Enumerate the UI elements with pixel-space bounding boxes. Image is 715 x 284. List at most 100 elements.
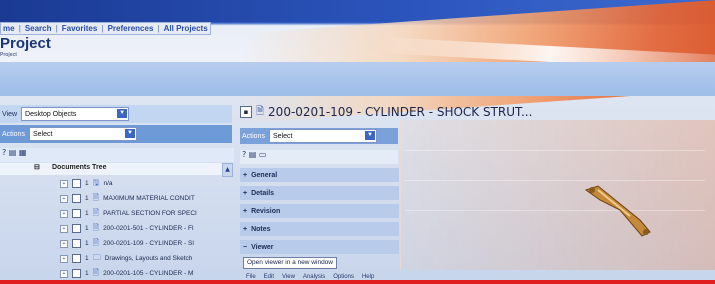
part-drawing-icon <box>584 185 651 237</box>
actions-select[interactable]: Select ▼ <box>28 127 137 141</box>
menu-separator: | <box>18 24 21 33</box>
section-label: Revision <box>251 207 281 215</box>
scroll-up-arrow-icon[interactable]: ▲ <box>222 163 233 177</box>
section-notes[interactable]: + Notes <box>240 222 399 236</box>
checkbox[interactable] <box>72 239 81 248</box>
view-row: View Desktop Objects ▼ <box>0 105 232 123</box>
app-window: me | Search | Favorites | Preferences | All … <box>0 0 715 284</box>
checkbox[interactable] <box>72 224 81 233</box>
checkbox[interactable] <box>72 179 81 188</box>
actions-label: Actions <box>2 130 25 138</box>
open-viewer-button[interactable]: Open viewer in a new window <box>243 257 337 269</box>
section-revision[interactable]: + Revision <box>240 204 399 218</box>
checkbox[interactable] <box>72 209 81 218</box>
view-select[interactable]: Desktop Objects ▼ <box>21 107 130 121</box>
checkbox[interactable] <box>72 269 81 278</box>
menu-separator: | <box>101 24 104 33</box>
list-item[interactable]: +1 🗀 Drawings, Layouts and Sketch <box>0 251 222 266</box>
item-label: 200-0201-109 - CYLINDER - SI <box>103 240 195 247</box>
list-item[interactable]: +1 🗎 PARTIAL SECTION FOR SPECI <box>0 206 222 221</box>
tree-header-label: Documents Tree <box>52 164 107 171</box>
list-item[interactable]: +1 🗎 200-0201-109 - CYLINDER - SI <box>0 236 222 251</box>
document-icon: 🗎 <box>92 207 100 217</box>
menu-separator: | <box>55 24 58 33</box>
section-details[interactable]: + Details <box>240 186 399 200</box>
document-title-bar: ▪ 🗎 200-0201-109 - CYLINDER - SHOCK STRU… <box>240 101 715 123</box>
background-divider <box>405 210 705 211</box>
item-label: 200-0201-501 - CYLINDER - FI <box>103 225 194 232</box>
item-label: MAXIMUM MATERIAL CONDIT <box>103 195 195 202</box>
collapse-icon[interactable]: ⊟ <box>34 163 40 171</box>
expand-icon: + <box>243 171 248 179</box>
document-actions-value: Select <box>272 132 293 140</box>
item-label: 200-0201-105 - CYLINDER - M <box>103 270 194 277</box>
document-toolbar[interactable]: ? ▤ ▭ <box>240 150 398 164</box>
expand-icon: + <box>243 225 248 233</box>
item-label: Drawings, Layouts and Sketch <box>104 255 193 262</box>
item-label: PARTIAL SECTION FOR SPECI <box>103 210 197 217</box>
document-actions-label: Actions <box>242 132 265 140</box>
section-general[interactable]: + General <box>240 168 399 182</box>
item-count: 1 <box>85 270 89 277</box>
item-label: n/a <box>103 180 113 187</box>
document-icon: 🗎 <box>92 267 100 277</box>
menu-item-preferences[interactable]: Preferences <box>108 24 154 33</box>
menu-separator: | <box>157 24 160 33</box>
expand-icon[interactable]: + <box>60 209 68 218</box>
menu-item-all-projects[interactable]: All Projects <box>164 24 208 33</box>
collapse-icon: − <box>243 243 248 251</box>
top-menu: me | Search | Favorites | Preferences | All … <box>0 22 211 35</box>
chevron-down-icon: ▼ <box>364 131 375 140</box>
expand-icon: + <box>243 207 248 215</box>
item-count: 1 <box>85 180 89 187</box>
disk-icon: 🖫 <box>92 177 100 187</box>
actions-select-value: Select <box>32 130 53 138</box>
expand-icon[interactable]: + <box>60 254 68 263</box>
document-actions-row: Actions Select ▼ <box>240 128 398 144</box>
item-count: 1 <box>85 240 89 247</box>
section-label: Viewer <box>251 243 274 251</box>
folder-icon: 🗀 <box>92 252 101 262</box>
menu-item-favorites[interactable]: Favorites <box>62 24 98 33</box>
menu-item-search[interactable]: Search <box>25 24 52 33</box>
list-item[interactable]: +1 🖫 n/a <box>0 176 222 191</box>
list-item[interactable]: +1 🗎 200-0201-501 - CYLINDER - FI <box>0 221 222 236</box>
tree-header: ⊟ Documents Tree <box>0 163 232 175</box>
document-icon: 🗎 <box>92 237 100 247</box>
document-icon: 🗎 <box>92 222 100 232</box>
document-icon: 🗎 <box>256 105 265 117</box>
left-toolbar[interactable]: ? ▤ ▦ <box>0 148 234 162</box>
background-window <box>400 120 715 270</box>
section-label: Details <box>251 189 275 197</box>
list-item[interactable]: +1 🗎 200-0201-105 - CYLINDER - M <box>0 266 222 281</box>
expand-icon[interactable]: + <box>60 269 68 278</box>
list-item[interactable]: +1 🗎 MAXIMUM MATERIAL CONDIT <box>0 191 222 206</box>
section-label: General <box>251 171 278 179</box>
document-icon: 🗎 <box>92 192 100 202</box>
expand-icon[interactable]: + <box>60 194 68 203</box>
checkbox[interactable] <box>72 194 81 203</box>
expand-icon[interactable]: + <box>60 239 68 248</box>
documents-tree: +1 🖫 n/a +1 🗎 MAXIMUM MATERIAL CONDIT +1 🗎 PAR… <box>0 176 222 281</box>
section-viewer[interactable]: − Viewer <box>240 240 399 254</box>
item-count: 1 <box>85 225 89 232</box>
page-subtitle: Project <box>0 52 17 58</box>
document-actions-select[interactable]: Select ▼ <box>268 129 377 143</box>
checkbox[interactable] <box>72 254 81 263</box>
background-divider <box>405 180 705 181</box>
expand-icon[interactable]: + <box>60 224 68 233</box>
header-band <box>0 62 715 96</box>
item-count: 1 <box>85 255 89 262</box>
actions-row: Actions Select ▼ <box>0 125 232 143</box>
menu-item-home[interactable]: me <box>3 24 15 33</box>
item-count: 1 <box>85 195 89 202</box>
expand-icon: + <box>243 189 248 197</box>
chevron-down-icon: ▼ <box>117 109 128 118</box>
chevron-down-icon: ▼ <box>124 129 135 138</box>
collapse-icon[interactable]: ▪ <box>240 106 252 118</box>
expand-icon[interactable]: + <box>60 179 68 188</box>
view-select-value: Desktop Objects <box>25 110 77 118</box>
section-label: Notes <box>251 225 271 233</box>
bottom-accent-line <box>0 280 715 284</box>
page-title: Project <box>0 35 51 52</box>
